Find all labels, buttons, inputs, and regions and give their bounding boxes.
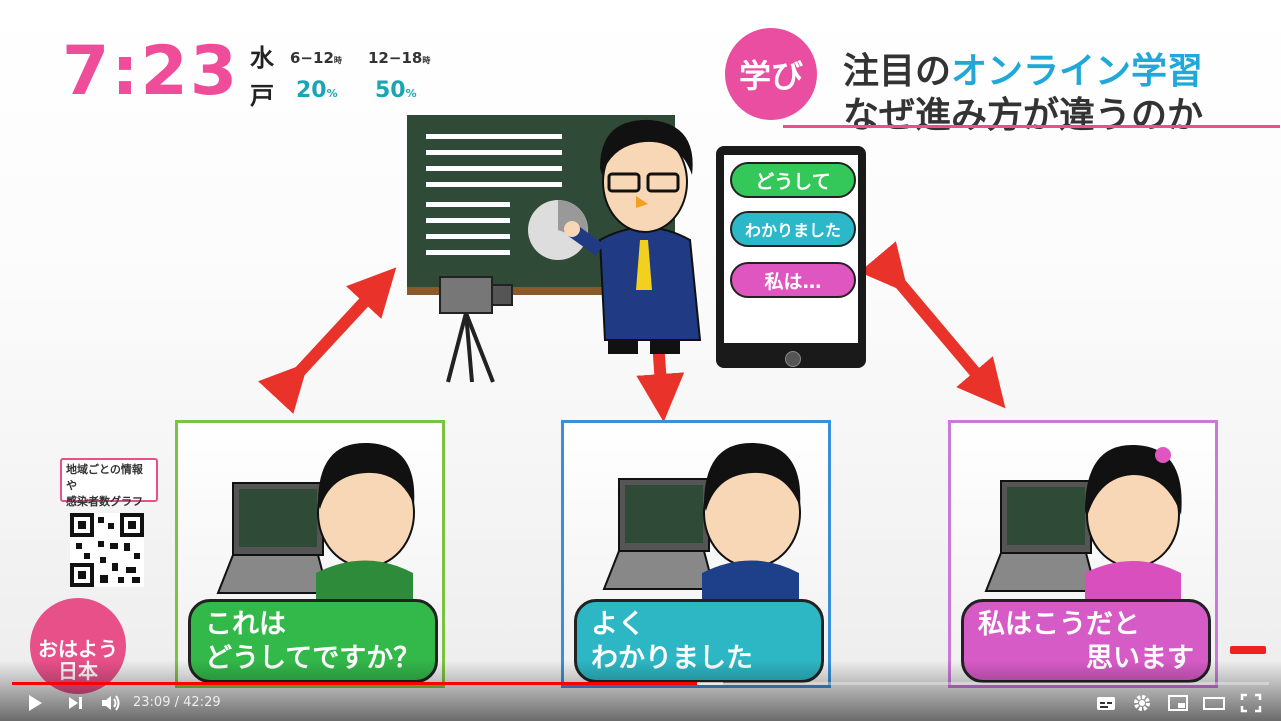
current-time: 23:09 bbox=[133, 695, 171, 710]
play-icon[interactable] bbox=[24, 693, 46, 713]
duration: 42:29 bbox=[183, 695, 221, 710]
fullscreen-icon[interactable] bbox=[1240, 693, 1262, 713]
subtitles-icon[interactable] bbox=[1095, 693, 1117, 713]
phone-bubble: どうして bbox=[730, 162, 856, 198]
next-icon[interactable] bbox=[64, 693, 86, 713]
student-panel-2: よく わかりました bbox=[561, 420, 831, 688]
broadcast-tag-icon bbox=[1230, 646, 1266, 654]
student-panel-1: これは どうしてですか？ bbox=[175, 420, 445, 688]
video-camera-icon bbox=[439, 276, 513, 383]
theater-icon[interactable] bbox=[1203, 693, 1225, 713]
phone-bubble: 私は… bbox=[730, 262, 856, 298]
player-controls bbox=[0, 660, 1281, 721]
video-player[interactable]: 7:23 水 戸 6−12時 12−18時 20% 50% 学び 注目のオンライ… bbox=[0, 0, 1281, 721]
home-button-icon bbox=[785, 351, 801, 367]
qr-code-icon bbox=[70, 513, 144, 587]
student-panel-3: 私はこうだと 思います bbox=[948, 420, 1218, 688]
arrow-left-icon bbox=[258, 267, 397, 414]
miniplayer-icon[interactable] bbox=[1167, 693, 1189, 713]
qr-caption: 地域ごとの情報や 感染者数グラフ bbox=[60, 458, 158, 508]
volume-icon[interactable] bbox=[100, 693, 122, 713]
progress-fill bbox=[12, 682, 697, 685]
arrow-right-icon bbox=[859, 241, 1006, 409]
phone-bubble: わかりました bbox=[730, 211, 856, 247]
time-display: 23:09 / 42:29 bbox=[133, 695, 221, 710]
settings-icon[interactable] bbox=[1131, 693, 1153, 713]
